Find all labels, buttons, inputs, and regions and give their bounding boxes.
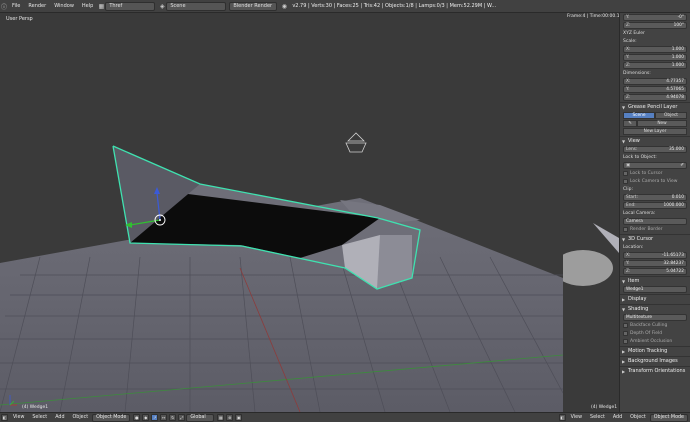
gp-scene-tab[interactable]: Scene <box>623 112 655 119</box>
scale-x-field[interactable]: X: 1.000 <box>623 46 687 53</box>
lens-field[interactable]: Lens: 35.000 <box>623 146 687 153</box>
translate-icon[interactable]: ↔ <box>160 414 168 421</box>
dimension-y-field[interactable]: Y: 4.57065 <box>623 86 687 93</box>
scale-z-field[interactable]: Z: 1.000 <box>623 62 687 69</box>
dimension-z-field[interactable]: Z: 4.94078 <box>623 94 687 101</box>
render-border-checkbox[interactable]: Render Border <box>620 225 690 233</box>
dimensions-label: Dimensions: <box>623 70 651 76</box>
rotate-icon[interactable]: ↻ <box>169 414 177 421</box>
info-editor-icon[interactable]: ⓘ <box>0 2 8 11</box>
display-header[interactable]: ▶ Display <box>620 294 690 303</box>
depth-of-field-checkbox[interactable]: Depth Of Field <box>620 329 690 337</box>
render-engine-selector[interactable]: Blender Render <box>229 1 278 11</box>
menu-view[interactable]: View <box>9 415 28 420</box>
local-camera-label: Local Camera: <box>623 210 656 216</box>
scale-icon[interactable]: ⤢ <box>178 414 186 421</box>
3d-cursor-header[interactable]: ▼ 3D Cursor <box>620 234 690 243</box>
menu-window[interactable]: Window <box>50 3 78 9</box>
dimension-x-field[interactable]: X: 4.77357 <box>623 78 687 85</box>
scale-label: Scale: <box>623 38 637 44</box>
screen-layout-icon[interactable]: ▦ <box>97 2 105 10</box>
grease-pencil-source-tabs: Scene Object <box>623 112 687 119</box>
properties-n-panel: Y: -0° Z: 100° XYZ Euler Scale: X: 1.000 Y:… <box>619 13 690 412</box>
location-label: Location: <box>623 244 644 250</box>
rotation-z-field[interactable]: Z: 100° <box>623 22 687 29</box>
item-header[interactable]: ▼ Item <box>620 276 690 285</box>
clip-label: Clip: <box>623 186 634 192</box>
viewport2-object-label: (4) Wedge1 <box>591 405 618 410</box>
editor-type-icon[interactable]: ◧ <box>1 414 8 421</box>
menu-add-2[interactable]: Add <box>609 415 626 420</box>
item-name-field[interactable]: Wedge1 <box>623 286 687 293</box>
editor-type-icon-2[interactable]: ◧ <box>558 414 566 421</box>
cursor-z-field[interactable]: Z: 5.04722 <box>623 268 687 275</box>
gp-object-tab[interactable]: Object <box>655 112 687 119</box>
gp-new-layer-row: New Layer <box>623 128 687 135</box>
pivot-icon[interactable]: ◆ <box>142 414 150 421</box>
menu-file[interactable]: File <box>8 3 24 9</box>
menu-view-2[interactable]: View <box>567 415 586 420</box>
mode-selector[interactable]: Object Mode <box>92 413 131 422</box>
transform-orientations-header[interactable]: ▶ Transform Orientations <box>620 366 690 375</box>
camera-object[interactable] <box>345 132 367 153</box>
view-header[interactable]: ▼ View <box>620 136 690 145</box>
menu-object[interactable]: Object <box>69 415 93 420</box>
lock-to-cursor-checkbox[interactable]: Lock to Cursor <box>620 169 690 177</box>
cursor-y-field[interactable]: Y: 32.84237 <box>623 260 687 267</box>
menu-object-2[interactable]: Object <box>626 415 650 420</box>
shading-solid-icon[interactable]: ● <box>133 414 141 421</box>
info-header: ⓘ File Render Window Help ▦ Thref ◈ Scen… <box>0 0 690 13</box>
menu-add[interactable]: Add <box>51 415 68 420</box>
menu-select-2[interactable]: Select <box>586 415 609 420</box>
grease-pencil-header[interactable]: ▼ Grease Pencil Layer <box>620 102 690 111</box>
viewport-object-label: (4) Wedge1 <box>22 405 49 410</box>
layers-icon[interactable]: ▦ <box>217 414 225 421</box>
viewport-scene <box>0 132 563 412</box>
gp-new-row: ✎ New <box>623 120 687 127</box>
manipulator-toggle-icon[interactable]: ↗ <box>151 414 159 421</box>
frame-time-label: Frame:4 | Time:00:00.10 <box>567 14 623 19</box>
scale-y-field[interactable]: Y: 1.000 <box>623 54 687 61</box>
3d-viewport[interactable]: User Persp (4) Wedge1 <box>0 13 563 412</box>
scene-statistics: v2.79 | Verts:30 | Faces:25 | Tris:42 | … <box>292 3 497 9</box>
blender-logo-icon: ◉ <box>281 2 287 10</box>
transform-orientation-selector[interactable]: Global <box>186 413 215 422</box>
pencil-icon[interactable]: ✎ <box>623 120 637 127</box>
shading-header[interactable]: ▼ Shading <box>620 304 690 313</box>
gp-new-layer-button[interactable]: New Layer <box>623 128 687 135</box>
scene-selector[interactable]: Scene <box>166 1 227 11</box>
menu-render[interactable]: Render <box>24 3 50 9</box>
lock-object-field[interactable]: ▣ ✐ <box>623 162 687 169</box>
motion-tracking-header[interactable]: ▶ Motion Tracking <box>620 346 690 355</box>
ambient-occlusion-checkbox[interactable]: Ambient Occlusion <box>620 337 690 345</box>
mode-selector-2[interactable]: Object Mode <box>649 413 688 422</box>
viewport-perspective-label: User Persp <box>6 16 33 22</box>
render-icon[interactable]: ▣ <box>235 414 243 421</box>
eyedropper-icon[interactable]: ✐ <box>680 163 684 168</box>
rotation-y-field[interactable]: Y: -0° <box>623 14 687 21</box>
backface-culling-checkbox[interactable]: Backface Culling <box>620 321 690 329</box>
local-camera-field[interactable]: Camera <box>623 218 687 225</box>
background-images-header[interactable]: ▶ Background Images <box>620 356 690 365</box>
shading-mode-dropdown[interactable]: Multitexture <box>623 314 687 321</box>
lock-camera-to-view-checkbox[interactable]: Lock Camera to View <box>620 177 690 185</box>
cube-icon: ▣ <box>626 163 631 168</box>
gp-new-button[interactable]: New <box>637 120 687 127</box>
screen-selector[interactable]: Thref <box>105 1 156 11</box>
clip-end-field[interactable]: End: 1000.000 <box>623 202 687 209</box>
clip-start-field[interactable]: Start: 0.010 <box>623 194 687 201</box>
lock-to-object-label: Lock to Object: <box>623 154 657 160</box>
menu-select[interactable]: Select <box>28 415 51 420</box>
viewport-header: ◧ View Select Add Object Object Mode ● ◆… <box>0 412 690 422</box>
cursor-x-field[interactable]: X: -11.65173 <box>623 252 687 259</box>
snap-icon[interactable]: ⊕ <box>226 414 234 421</box>
rotation-mode-label[interactable]: XYZ Euler <box>620 29 690 37</box>
menu-help[interactable]: Help <box>78 3 97 9</box>
scene-icon[interactable]: ◈ <box>158 2 166 10</box>
